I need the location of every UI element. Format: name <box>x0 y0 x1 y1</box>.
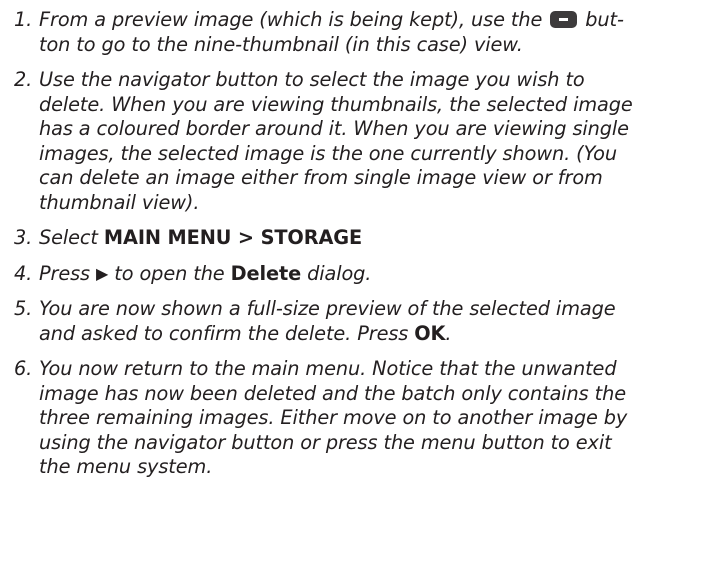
step-1: 1. From a preview image (which is being … <box>14 8 711 57</box>
step-6: 6. You now return to the main menu. Noti… <box>14 357 711 480</box>
step-text-part: to open the <box>108 261 231 285</box>
step-text-part: and asked to confirm the delete. Press <box>39 321 415 345</box>
steps-list: 1. From a preview image (which is being … <box>14 8 711 480</box>
step-text-line: images, the selected image is the one cu… <box>39 141 617 165</box>
step-5: 5. You are now shown a full-size preview… <box>14 297 711 346</box>
step-text: Press ▶ to open the Delete dialog. <box>39 262 711 287</box>
step-text-line: three remaining images. Either move on t… <box>39 406 628 429</box>
step-text-line: thumbnail view). <box>39 190 200 214</box>
delete-dialog-label: Delete <box>230 261 302 285</box>
step-text: You now return to the main menu. Notice … <box>39 357 711 480</box>
menu-button-icon <box>550 11 578 28</box>
step-text-line: You now return to the main menu. Notice … <box>39 357 617 380</box>
menu-path-main-menu: MAIN MENU <box>103 226 232 249</box>
step-text-line: Use the navigator button to select the i… <box>39 68 585 91</box>
step-text-line: has a coloured border around it. When yo… <box>39 117 629 140</box>
step-text-line: can delete an image either from single i… <box>39 166 603 189</box>
step-text-part: From a preview image (which is being kep… <box>39 8 543 31</box>
step-text-line: the menu system. <box>39 455 213 478</box>
menu-path-storage: STORAGE <box>260 226 363 249</box>
step-number: 6. <box>14 357 33 380</box>
step-text-line: delete. When you are viewing thumbnails,… <box>39 92 633 116</box>
step-text-line: image has now been deleted and the batch… <box>39 381 626 405</box>
step-number: 2. <box>14 68 33 91</box>
step-3: 3. Select MAIN MENU > STORAGE <box>14 226 711 251</box>
step-text-line: You are now shown a full-size preview of… <box>39 297 616 320</box>
step-text: Use the navigator button to select the i… <box>39 68 711 215</box>
step-text-part: . <box>445 321 452 345</box>
step-text-part: but- <box>579 8 624 31</box>
ok-label: OK <box>414 321 446 345</box>
step-text: From a preview image (which is being kep… <box>39 8 711 57</box>
step-text-part: Select <box>39 226 104 249</box>
step-number: 3. <box>14 226 33 249</box>
step-2: 2. Use the navigator button to select th… <box>14 68 711 215</box>
step-number: 1. <box>14 8 33 31</box>
step-text-part: Press <box>39 261 97 285</box>
menu-path-separator: > <box>231 226 261 249</box>
step-text-part: ton to go to the nine-thumbnail (in this… <box>39 32 523 56</box>
step-number: 5. <box>14 297 33 320</box>
step-text-part: dialog. <box>301 261 372 285</box>
step-text: You are now shown a full-size preview of… <box>39 297 711 346</box>
instruction-page: 1. From a preview image (which is being … <box>0 0 721 563</box>
step-4: 4. Press ▶ to open the Delete dialog. <box>14 262 711 287</box>
step-number: 4. <box>14 261 33 285</box>
right-arrow-icon: ▶ <box>96 263 109 283</box>
step-text-line: using the navigator button or press the … <box>39 430 612 454</box>
step-text: Select MAIN MENU > STORAGE <box>39 226 711 251</box>
